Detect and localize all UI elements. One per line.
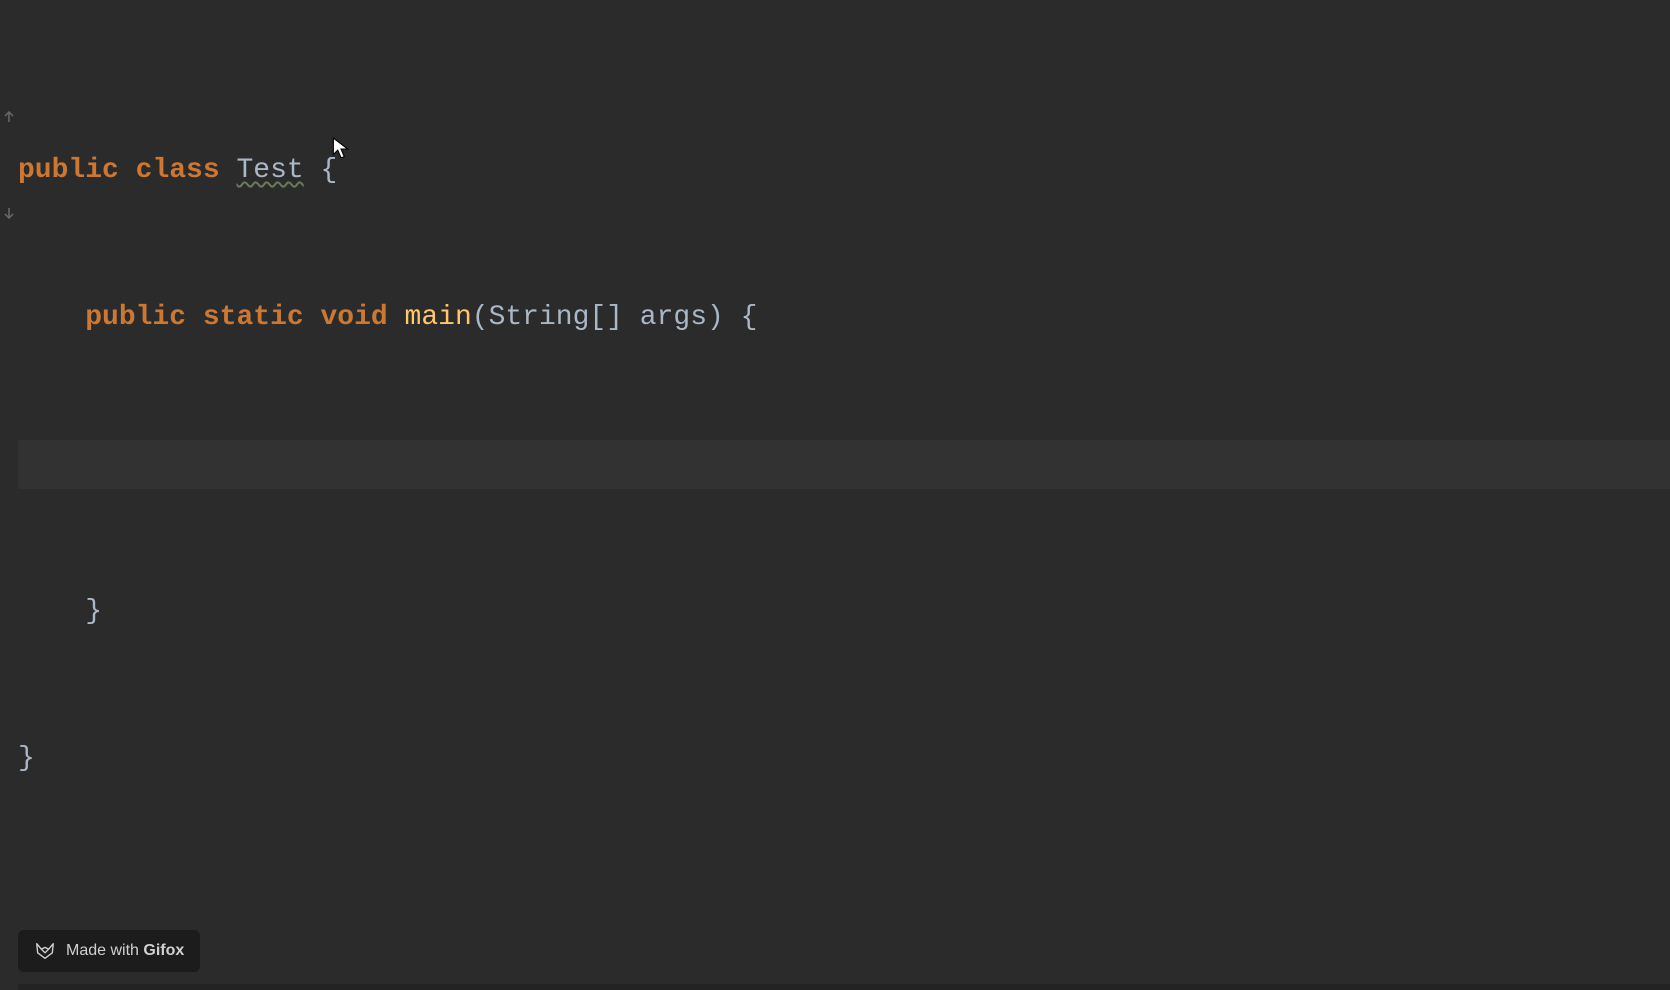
code-line-2[interactable]: public static void main(String[] args) { — [18, 293, 1670, 342]
brace-open: { — [741, 302, 758, 333]
editor-gutter — [0, 0, 18, 990]
keyword-class: class — [136, 155, 220, 186]
watermark-text: Made with Gifox — [66, 942, 184, 960]
code-line-1[interactable]: public class Test { — [18, 146, 1670, 195]
paren-close: ) — [707, 302, 724, 333]
code-line-3-current[interactable] — [18, 440, 1670, 489]
watermark-prefix: Made with — [66, 942, 143, 959]
code-line-5[interactable]: } — [18, 734, 1670, 783]
paren-open: ( — [472, 302, 489, 333]
code-area[interactable]: public class Test { public static void m… — [18, 0, 1670, 990]
brace-close: } — [18, 743, 35, 774]
method-name: main — [405, 302, 472, 333]
param-name: args — [640, 302, 707, 333]
code-editor[interactable]: public class Test { public static void m… — [0, 0, 1670, 990]
brace-open: { — [321, 155, 338, 186]
watermark-brand: Gifox — [143, 942, 184, 959]
fold-marker-method-end[interactable] — [2, 207, 16, 221]
keyword-static: static — [203, 302, 304, 333]
bottom-bar — [0, 984, 1670, 990]
gifox-fox-icon — [34, 940, 56, 962]
keyword-public: public — [18, 155, 119, 186]
brace-close: } — [85, 596, 102, 627]
code-line-4[interactable]: } — [18, 587, 1670, 636]
param-type: String[] — [489, 302, 623, 333]
gifox-watermark: Made with Gifox — [18, 930, 200, 972]
keyword-public: public — [85, 302, 186, 333]
current-line-highlight — [18, 440, 1670, 489]
fold-marker-method[interactable] — [2, 109, 16, 123]
class-name: Test — [236, 155, 303, 186]
keyword-void: void — [321, 302, 388, 333]
